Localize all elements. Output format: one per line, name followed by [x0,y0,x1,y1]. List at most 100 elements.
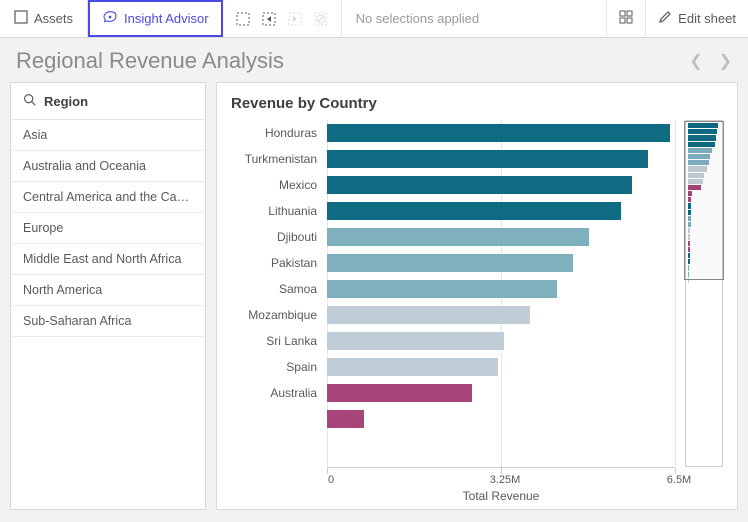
bar-fill [327,150,648,168]
toolbar: Assets Insight Advisor No selections app… [0,0,748,38]
minimap-bar [688,228,690,233]
insight-advisor-button[interactable]: Insight Advisor [88,0,223,37]
minimap-bar [688,253,690,258]
main-content: Region AsiaAustralia and OceaniaCentral … [0,82,748,520]
clear-selections-icon [313,11,329,27]
sheet-title-row: Regional Revenue Analysis ❮ ❯ [0,38,748,82]
minimap-bar [688,123,718,128]
bar-label: Mexico [231,178,321,192]
bar-row[interactable]: Australia [231,380,675,406]
pencil-icon [658,10,672,27]
bar-row[interactable] [231,406,675,432]
minimap-bar [688,216,691,221]
bar-row[interactable]: Spain [231,354,675,380]
insight-label: Insight Advisor [124,11,209,26]
minimap-bar [688,272,689,277]
next-sheet-icon[interactable]: ❯ [719,51,732,71]
search-icon [23,93,36,109]
minimap-bar [688,129,717,134]
bar-fill [327,124,670,142]
bar-fill [327,410,364,428]
filter-item[interactable]: Sub-Saharan Africa [11,306,205,337]
bar-row[interactable]: Samoa [231,276,675,302]
selections-bar: No selections applied [342,0,607,37]
axis-tick-label: 6.5M [662,474,696,486]
bar-row[interactable]: Mozambique [231,302,675,328]
bar-row[interactable]: Turkmenistan [231,146,675,172]
filter-item[interactable]: Europe [11,213,205,244]
bar-label: Australia [231,386,321,400]
bar-fill [327,176,632,194]
minimap-bar [688,179,703,184]
minimap-bar [688,265,689,270]
assets-label: Assets [34,11,73,26]
bar-row[interactable]: Sri Lanka [231,328,675,354]
bar-label: Pakistan [231,256,321,270]
chart-minimap[interactable] [685,120,723,467]
chart-panel: Revenue by Country Honduras Turkmenistan M… [216,82,738,510]
bar-fill [327,228,589,246]
minimap-bar [688,259,690,264]
bar-label: Djibouti [231,230,321,244]
minimap-bar [688,222,691,227]
minimap-bar [688,241,690,246]
minimap-bar [688,166,707,171]
filter-title: Region [44,94,88,109]
bar-fill [327,202,621,220]
bar-fill [327,358,498,376]
bookmarks-button[interactable] [606,0,645,37]
prev-sheet-icon[interactable]: ❮ [689,51,702,71]
x-axis: Total Revenue 03.25M6.5M [327,467,675,501]
bar-row[interactable]: Lithuania [231,198,675,224]
filter-item[interactable]: Australia and Oceania [11,151,205,182]
filter-item[interactable]: Middle East and North Africa [11,244,205,275]
bar-fill [327,384,472,402]
edit-sheet-button[interactable]: Edit sheet [645,0,748,37]
selection-tools [223,0,342,37]
bar-row[interactable]: Mexico [231,172,675,198]
chart-title: Revenue by Country [231,95,723,112]
axis-tick-label: 0 [314,474,348,486]
grid-icon [619,10,633,27]
chart-body[interactable]: Honduras Turkmenistan Mexico Lithuania Djibo… [231,120,723,467]
x-axis-label: Total Revenue [327,489,675,503]
minimap-bar [688,185,701,190]
insight-icon [102,9,118,28]
filter-item[interactable]: Central America and the Carib… [11,182,205,213]
assets-icon [14,10,28,27]
minimap-bar [688,197,691,202]
bar-fill [327,332,504,350]
no-selections-label: No selections applied [356,11,480,26]
bar-fill [327,254,573,272]
filter-item[interactable]: Asia [11,120,205,151]
bar-row[interactable]: Djibouti [231,224,675,250]
smart-select-icon[interactable] [235,11,251,27]
bar-label: Lithuania [231,204,321,218]
minimap-bar [688,191,692,196]
bar-fill [327,306,530,324]
bar-row[interactable]: Honduras [231,120,675,146]
sheet-nav: ❮ ❯ [689,51,732,71]
minimap-bar [688,234,690,239]
minimap-bar [688,247,690,252]
minimap-bar [688,278,689,283]
minimap-bar [688,142,715,147]
minimap-bar [688,203,691,208]
filter-item[interactable]: North America [11,275,205,306]
bar-label: Turkmenistan [231,152,321,166]
axis-tick-label: 3.25M [488,474,522,486]
bar-fill [327,280,557,298]
minimap-bar [688,148,712,153]
minimap-bar [688,160,709,165]
filter-header[interactable]: Region [11,83,205,120]
minimap-bar [688,135,716,140]
step-forward-icon [287,11,303,27]
assets-button[interactable]: Assets [0,0,88,37]
bar-row[interactable]: Pakistan [231,250,675,276]
bar-label: Honduras [231,126,321,140]
minimap-bar [688,173,704,178]
step-back-icon[interactable] [261,11,277,27]
edit-label: Edit sheet [678,11,736,26]
minimap-bar [688,210,691,215]
minimap-bar [688,154,710,159]
